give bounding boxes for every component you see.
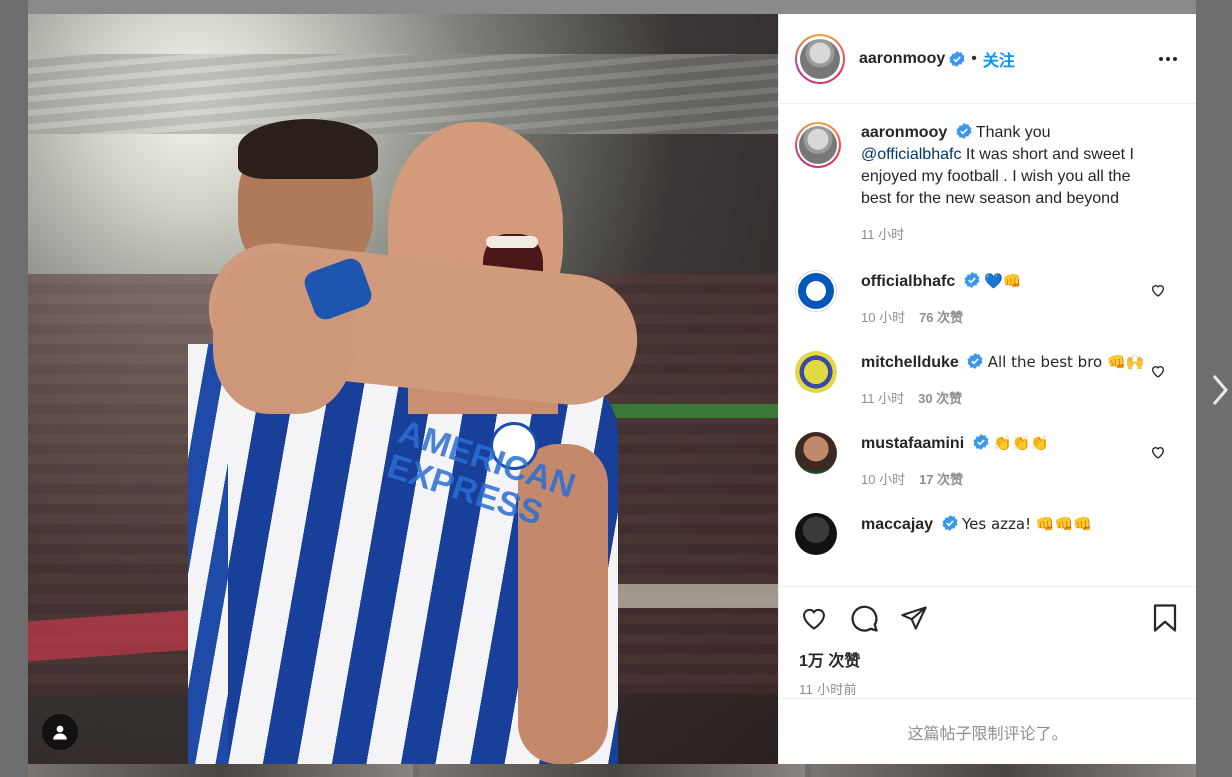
caption-mention-link[interactable]: @officialbhafc — [861, 146, 961, 163]
likes-count[interactable]: 1万 次赞 — [799, 647, 1180, 671]
verified-badge-icon — [964, 272, 980, 288]
post-timestamp[interactable]: 11 小时前 — [799, 679, 1180, 698]
stadium-sign-2 — [608, 584, 778, 608]
commenter-avatar[interactable] — [795, 432, 837, 474]
comment-likes[interactable]: 17 次赞 — [919, 469, 963, 491]
verified-badge-icon — [967, 353, 983, 369]
caption-time[interactable]: 11 小时 — [861, 224, 904, 246]
comment-item: officialbhafc 💙👊 10 小时 76 次赞 — [795, 270, 1180, 329]
comment-username[interactable]: mitchellduke — [861, 354, 959, 371]
commenter-avatar[interactable] — [795, 351, 837, 393]
heart-icon — [803, 608, 825, 630]
author-username[interactable]: aaronmooy — [859, 50, 945, 68]
bookmark-icon — [1153, 604, 1177, 632]
comment-likes[interactable]: 76 次赞 — [919, 307, 963, 329]
post-actions: 1万 次赞 11 小时前 — [779, 586, 1196, 698]
share-button[interactable] — [899, 603, 929, 633]
ellipsis-icon — [1159, 56, 1177, 61]
stadium-roof — [28, 54, 778, 134]
commenter-avatar[interactable] — [795, 513, 837, 555]
heart-icon[interactable] — [1150, 444, 1166, 460]
comment-text: 👏👏👏 — [993, 434, 1050, 452]
caption-username[interactable]: aaronmooy — [861, 124, 947, 141]
comment-text: 💙👊 — [984, 272, 1022, 290]
verified-badge-icon — [956, 123, 972, 139]
comment-bubble-icon — [851, 605, 878, 632]
post-header: aaronmooy • 关注 — [779, 14, 1196, 104]
player-back-hair — [238, 119, 378, 179]
comment-time[interactable]: 11 小时 — [861, 388, 904, 410]
comment-button[interactable] — [849, 603, 879, 633]
comment-likes[interactable]: 30 次赞 — [918, 388, 962, 410]
comment-text: Yes azza! 👊👊👊 — [961, 515, 1092, 533]
next-post-button[interactable] — [1208, 372, 1232, 408]
post-modal: AMERICAN EXPRESS aaronmooy • 关注 aaronmoo… — [28, 14, 1196, 764]
comment-username[interactable]: officialbhafc — [861, 273, 955, 290]
comments-disabled-notice: 这篇帖子限制评论了。 — [779, 698, 1196, 764]
user-icon — [53, 725, 67, 740]
caption-avatar[interactable] — [795, 122, 841, 168]
verified-badge-icon — [942, 515, 958, 531]
background-bottom-strip — [28, 764, 1196, 777]
commenter-avatar[interactable] — [795, 270, 837, 312]
separator-dot: • — [971, 49, 977, 67]
verified-badge-icon — [973, 434, 989, 450]
heart-icon[interactable] — [1150, 363, 1166, 379]
post-sidebar: aaronmooy • 关注 aaronmooy Thank you @offi… — [778, 14, 1196, 764]
heart-icon[interactable] — [1150, 282, 1166, 298]
comment-item: mustafaamini 👏👏👏 10 小时 17 次赞 — [795, 432, 1180, 491]
comment-text: All the best bro 👊🙌 — [987, 353, 1145, 371]
follow-button[interactable]: 关注 — [983, 47, 1015, 71]
comment-time[interactable]: 10 小时 — [861, 469, 905, 491]
verified-badge-icon — [949, 50, 965, 67]
comments-list[interactable]: aaronmooy Thank you @officialbhafc It wa… — [779, 104, 1196, 586]
caption-text-start: Thank you — [975, 124, 1051, 141]
player-teeth — [486, 236, 538, 248]
comment-username[interactable]: mustafaamini — [861, 435, 964, 452]
more-options-button[interactable] — [1156, 47, 1180, 71]
paper-plane-icon — [901, 606, 927, 630]
author-avatar[interactable] — [795, 33, 845, 84]
save-button[interactable] — [1150, 603, 1180, 633]
chevron-right-icon — [1212, 375, 1228, 405]
caption: aaronmooy Thank you @officialbhafc It wa… — [795, 122, 1180, 246]
comment-item: mitchellduke All the best bro 👊🙌 11 小时 30… — [795, 351, 1180, 410]
background-top-strip — [28, 0, 1196, 14]
like-button[interactable] — [799, 603, 829, 633]
comment-time[interactable]: 10 小时 — [861, 307, 905, 329]
post-photo: AMERICAN EXPRESS — [28, 14, 778, 764]
comment-username[interactable]: maccajay — [861, 516, 933, 533]
comment-item: maccajay Yes azza! 👊👊👊 — [795, 513, 1180, 555]
tagged-users-button[interactable] — [42, 714, 78, 750]
